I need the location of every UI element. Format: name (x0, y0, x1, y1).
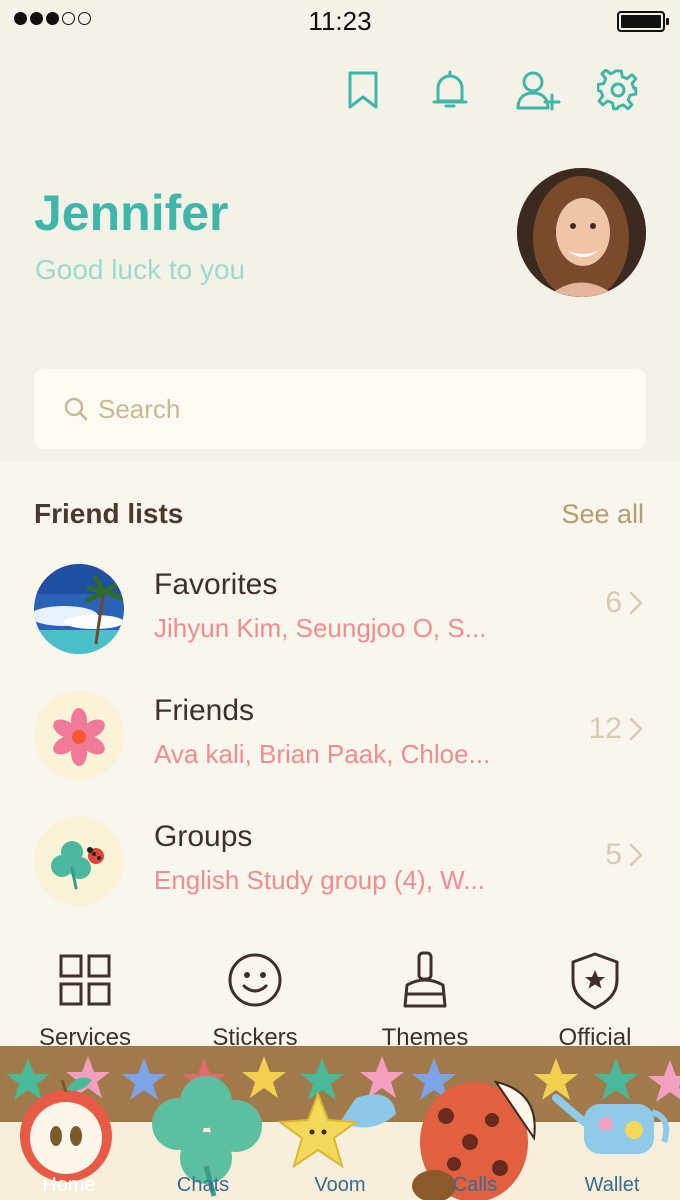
bell-icon[interactable] (426, 66, 474, 114)
stickers-button[interactable]: Stickers (170, 948, 340, 1052)
smiley-icon (228, 953, 282, 1007)
friend-list-count: 5 (605, 838, 622, 871)
friend-list-name: Groups (154, 820, 253, 853)
brush-icon (403, 951, 447, 1008)
tab-voom[interactable]: Voom (285, 1174, 395, 1197)
watering-can-wallet-icon (552, 1094, 670, 1154)
settings-gear-icon[interactable] (594, 66, 642, 114)
top-actions (0, 66, 680, 114)
friend-list-groups[interactable]: Groups English Study group (4), W... 5 (0, 812, 680, 912)
status-bar: 11:23 (0, 0, 680, 42)
search-input[interactable]: Search (34, 369, 646, 449)
tab-calls[interactable]: Calls (420, 1174, 530, 1197)
grid-icon (59, 954, 111, 1006)
beach-image-icon (34, 564, 124, 654)
friend-list-name: Favorites (154, 568, 278, 601)
clover-icon (34, 816, 124, 906)
search-icon (64, 397, 88, 421)
official-button[interactable]: Official (510, 948, 680, 1052)
friend-list-count: 6 (605, 586, 622, 619)
friend-lists-title: Friend lists (34, 498, 184, 529)
profile-avatar[interactable] (517, 168, 646, 297)
profile-name[interactable]: Jennifer (34, 184, 229, 242)
profile-status-message[interactable]: Good luck to you (35, 254, 245, 286)
tab-chats[interactable]: Chats (148, 1174, 258, 1197)
star-decorations (6, 1056, 680, 1102)
friend-list-favorites[interactable]: Favorites Jihyun Kim, Seungjoo O, S... 6 (0, 560, 680, 660)
tab-home[interactable]: Home (14, 1174, 124, 1197)
services-button[interactable]: Services (0, 948, 170, 1052)
flower-icon (34, 690, 124, 780)
chevron-right-icon (629, 591, 643, 615)
friend-list-friends[interactable]: Friends Ava kali, Brian Paak, Chloe... 1… (0, 686, 680, 786)
shield-star-icon (571, 952, 619, 1010)
bookmark-icon[interactable] (339, 66, 387, 114)
themes-button[interactable]: Themes (340, 948, 510, 1052)
status-time: 11:23 (308, 6, 372, 36)
chevron-right-icon (629, 717, 643, 741)
friend-list-count: 12 (588, 712, 622, 745)
search-placeholder: Search (98, 393, 181, 424)
friend-list-name: Friends (154, 694, 255, 727)
star-voom-icon (277, 1091, 396, 1169)
add-friend-icon[interactable] (514, 66, 562, 114)
friend-list-members: Ava kali, Brian Paak, Chloe... (154, 739, 491, 769)
friend-list-members: Jihyun Kim, Seungjoo O, S... (154, 613, 487, 643)
friend-list-members: English Study group (4), W... (154, 865, 485, 895)
bottom-tab-bar: Home Chats Voom Calls Wallet (0, 1046, 680, 1200)
services-row: Services Stickers Themes Official (0, 948, 680, 1058)
chevron-right-icon (629, 843, 643, 867)
battery-icon (617, 11, 669, 32)
tab-wallet[interactable]: Wallet (557, 1174, 667, 1197)
see-all-link[interactable]: See all (561, 499, 644, 530)
